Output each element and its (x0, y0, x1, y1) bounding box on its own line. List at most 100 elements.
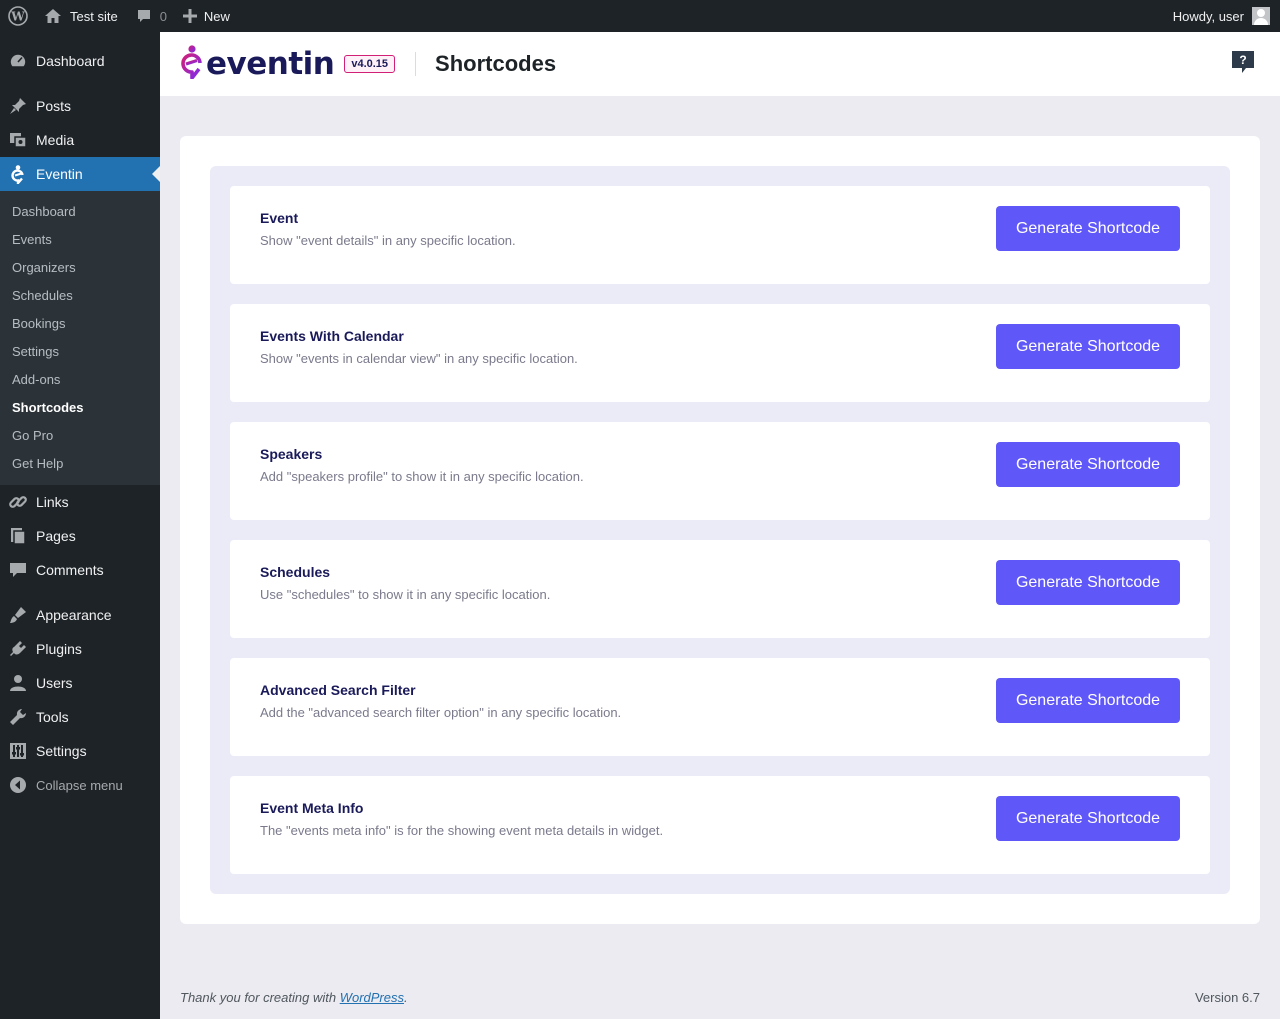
submenu-item-events[interactable]: Events (0, 226, 160, 254)
shortcode-description: Show "events in calendar view" in any sp… (260, 351, 578, 366)
comment-bubble-icon (136, 8, 152, 24)
shortcode-description: Add the "advanced search filter option" … (260, 705, 622, 720)
sidebar-item-appearance[interactable]: Appearance (0, 598, 160, 632)
admin-footer: Thank you for creating with WordPress. V… (180, 990, 1260, 1005)
settings-icon (8, 741, 28, 761)
admin-bar: W Test site 0 New Howdy, user (0, 0, 1280, 32)
submenu-item-go-pro[interactable]: Go Pro (0, 422, 160, 450)
plus-icon (182, 9, 197, 23)
sidebar-item-plugins[interactable]: Plugins (0, 632, 160, 666)
home-icon (44, 7, 62, 25)
shortcode-card-event-meta-info: Event Meta Info The "events meta info" i… (230, 776, 1210, 874)
sidebar-item-label: Plugins (36, 641, 82, 657)
page-title: Shortcodes (435, 51, 557, 76)
generate-shortcode-button[interactable]: Generate Shortcode (996, 560, 1180, 605)
collapse-menu-button[interactable]: Collapse menu (0, 768, 160, 802)
submenu-item-settings[interactable]: Settings (0, 338, 160, 366)
sidebar-item-posts[interactable]: Posts (0, 89, 160, 123)
sidebar-item-label: Eventin (36, 166, 83, 182)
eventin-logo: eventin (180, 44, 335, 84)
shortcode-card-schedules: Schedules Use "schedules" to show it in … (230, 540, 1210, 638)
shortcode-title: Advanced Search Filter (260, 682, 416, 698)
shortcode-description: Add "speakers profile" to show it in any… (260, 469, 584, 484)
footer-thanks-suffix: . (404, 990, 408, 1005)
shortcode-title: Schedules (260, 564, 331, 580)
sidebar-item-tools[interactable]: Tools (0, 700, 160, 734)
help-chat-icon[interactable]: ? (1230, 49, 1256, 75)
shortcode-title: Event (260, 210, 299, 226)
shortcodes-panel: Event Show "event details" in any specif… (180, 136, 1260, 924)
generate-shortcode-button[interactable]: Generate Shortcode (996, 678, 1180, 723)
svg-text:?: ? (1239, 53, 1246, 67)
eventin-logo-icon (180, 44, 204, 84)
my-account-link[interactable]: Howdy, user (1165, 0, 1280, 32)
submenu-item-shortcodes[interactable]: Shortcodes (0, 394, 160, 422)
sidebar-item-pages[interactable]: Pages (0, 519, 160, 553)
generate-shortcode-button[interactable]: Generate Shortcode (996, 324, 1180, 369)
shortcode-description: Use "schedules" to show it in any specif… (260, 587, 551, 602)
footer-version: Version 6.7 (1194, 990, 1260, 1005)
submenu-item-organizers[interactable]: Organizers (0, 254, 160, 282)
comments-count: 0 (159, 8, 167, 24)
wrench-icon (8, 707, 28, 727)
pages-icon (8, 526, 28, 546)
footer-thanks-prefix: Thank you for creating with (180, 990, 340, 1005)
shortcode-title: Event Meta Info (260, 800, 364, 816)
shortcode-card-advanced-search-filter: Advanced Search Filter Add the "advanced… (230, 658, 1210, 756)
sidebar-item-label: Users (36, 675, 73, 691)
sidebar-item-label: Appearance (36, 607, 112, 623)
sidebar-item-label: Comments (36, 562, 104, 578)
new-label: New (203, 8, 230, 24)
wordpress-link[interactable]: WordPress (340, 990, 404, 1005)
submenu-item-schedules[interactable]: Schedules (0, 282, 160, 310)
shortcode-card-events-with-calendar: Events With Calendar Show "events in cal… (230, 304, 1210, 402)
submenu-item-dashboard[interactable]: Dashboard (0, 198, 160, 226)
shortcodes-list: Event Show "event details" in any specif… (210, 166, 1230, 894)
shortcode-card-speakers: Speakers Add "speakers profile" to show … (230, 422, 1210, 520)
shortcode-title: Events With Calendar (260, 328, 404, 344)
generate-shortcode-button[interactable]: Generate Shortcode (996, 796, 1180, 841)
svg-text:W: W (10, 10, 25, 24)
sidebar-item-label: Dashboard (36, 53, 105, 69)
comment-icon (8, 560, 28, 580)
sidebar-item-label: Links (36, 494, 69, 510)
shortcode-title: Speakers (260, 446, 323, 462)
sidebar-item-users[interactable]: Users (0, 666, 160, 700)
eventin-submenu: Dashboard Events Organizers Schedules Bo… (0, 191, 160, 485)
version-badge: v4.0.15 (344, 55, 396, 73)
collapse-arrow-icon (8, 775, 28, 795)
new-content-link[interactable]: New (175, 0, 238, 32)
sidebar-item-label: Settings (36, 743, 87, 759)
sidebar-item-eventin[interactable]: Eventin (0, 157, 160, 191)
shortcode-description: The "events meta info" is for the showin… (260, 823, 664, 838)
site-name: Test site (70, 8, 118, 24)
site-name-link[interactable]: Test site (36, 0, 126, 32)
submenu-item-bookings[interactable]: Bookings (0, 310, 160, 338)
media-icon (8, 130, 28, 150)
user-icon (8, 673, 28, 693)
collapse-label: Collapse menu (36, 777, 123, 793)
sidebar-item-settings[interactable]: Settings (0, 734, 160, 768)
eventin-logo-text: eventin (206, 46, 335, 82)
avatar (1252, 7, 1270, 25)
plugin-icon (8, 639, 28, 659)
sidebar-item-dashboard[interactable]: Dashboard (0, 44, 160, 78)
submenu-item-add-ons[interactable]: Add-ons (0, 366, 160, 394)
admin-sidebar: Dashboard Posts Media Eventin Dashboard … (0, 32, 160, 1019)
pin-icon (8, 96, 28, 116)
brush-icon (8, 605, 28, 625)
sidebar-item-media[interactable]: Media (0, 123, 160, 157)
footer-thanks: Thank you for creating with WordPress. (180, 990, 408, 1005)
header-divider (415, 52, 417, 76)
sidebar-item-links[interactable]: Links (0, 485, 160, 519)
eventin-icon (8, 164, 28, 184)
comments-link[interactable]: 0 (126, 0, 175, 32)
submenu-item-get-help[interactable]: Get Help (0, 450, 160, 478)
howdy-text: Howdy, user (1172, 8, 1244, 24)
sidebar-item-label: Tools (36, 709, 69, 725)
sidebar-item-comments[interactable]: Comments (0, 553, 160, 587)
generate-shortcode-button[interactable]: Generate Shortcode (996, 206, 1180, 251)
sidebar-item-label: Posts (36, 98, 72, 114)
generate-shortcode-button[interactable]: Generate Shortcode (996, 442, 1180, 487)
wordpress-logo-icon[interactable]: W (0, 0, 36, 32)
